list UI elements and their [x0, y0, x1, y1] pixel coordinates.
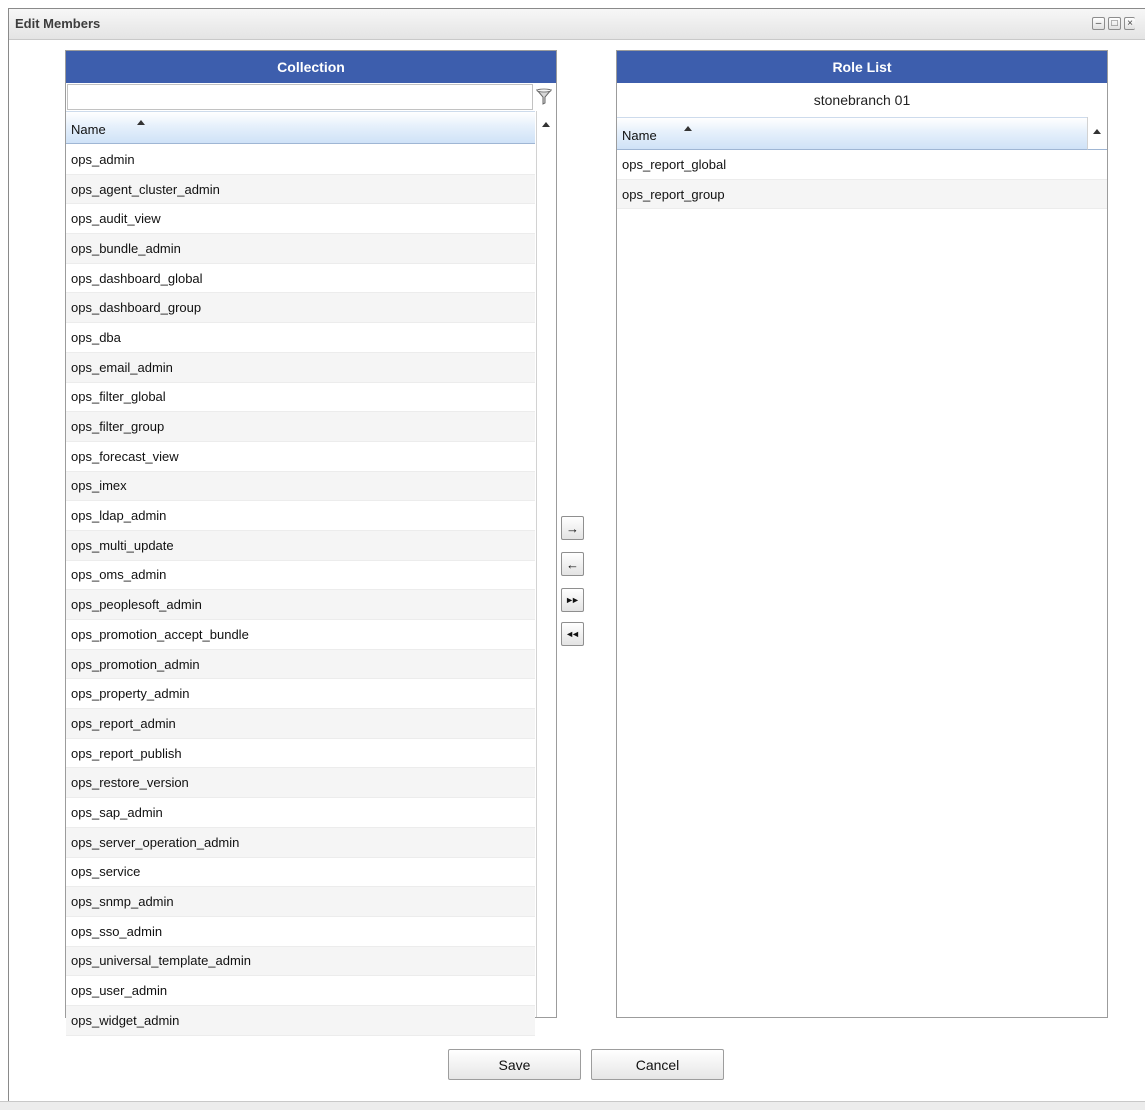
list-item[interactable]: ops_email_admin: [66, 352, 535, 383]
bottom-status-strip: [0, 1101, 1145, 1110]
collection-header: Collection: [66, 51, 556, 83]
role-list-subheader: stonebranch 01: [813, 92, 911, 108]
list-item[interactable]: ops_restore_version: [66, 768, 535, 799]
sort-ascending-icon: [684, 126, 692, 131]
arrow-left-icon: ←: [566, 556, 579, 572]
scroll-up-arrow-icon[interactable]: [542, 122, 550, 127]
arrow-right-icon: →: [566, 520, 579, 536]
list-item[interactable]: ops_report_group: [617, 179, 1107, 210]
list-item[interactable]: ops_admin: [66, 145, 535, 175]
list-item[interactable]: ops_snmp_admin: [66, 887, 535, 917]
list-item[interactable]: ops_agent_cluster_admin: [66, 174, 535, 205]
collection-list: ops_admin ops_agent_cluster_admin ops_audi…: [66, 145, 535, 1036]
double-arrow-right-icon: ►►: [565, 595, 580, 605]
collection-name-column-header[interactable]: Name: [66, 111, 535, 144]
list-item[interactable]: ops_user_admin: [66, 976, 535, 1006]
double-arrow-left-icon: ◄◄: [565, 629, 580, 639]
list-item[interactable]: ops_forecast_view: [66, 442, 535, 472]
title-bar[interactable]: Edit Members – □ ×: [9, 9, 1145, 40]
list-item[interactable]: ops_audit_view: [66, 204, 535, 235]
role-list-list: ops_report_global ops_report_group: [617, 150, 1107, 210]
list-item[interactable]: ops_sap_admin: [66, 798, 535, 828]
role-list-column-label: Name: [622, 128, 657, 143]
window-title: Edit Members: [15, 16, 101, 31]
list-item[interactable]: ops_report_publish: [66, 739, 535, 769]
list-item[interactable]: ops_multi_update: [66, 530, 535, 561]
list-item[interactable]: ops_promotion_admin: [66, 649, 535, 680]
list-item[interactable]: ops_imex: [66, 471, 535, 502]
save-button[interactable]: Save: [448, 1049, 581, 1080]
role-list-header: Role List: [617, 51, 1107, 83]
collection-scrollbar[interactable]: [536, 111, 556, 1017]
list-item[interactable]: ops_dba: [66, 323, 535, 353]
list-item[interactable]: ops_filter_global: [66, 383, 535, 413]
role-list-name-column-header[interactable]: Name: [617, 117, 1087, 150]
list-item[interactable]: ops_promotion_accept_bundle: [66, 620, 535, 650]
list-item[interactable]: ops_filter_group: [66, 412, 535, 442]
sort-ascending-icon: [137, 120, 145, 125]
list-item[interactable]: ops_ldap_admin: [66, 501, 535, 531]
close-button[interactable]: ×: [1124, 17, 1135, 30]
list-item[interactable]: ops_report_admin: [66, 709, 535, 739]
maximize-button[interactable]: □: [1108, 17, 1121, 30]
list-item[interactable]: ops_property_admin: [66, 679, 535, 710]
cancel-button[interactable]: Cancel: [591, 1049, 724, 1080]
minimize-button[interactable]: –: [1092, 17, 1105, 30]
list-item[interactable]: ops_bundle_admin: [66, 234, 535, 264]
role-list-panel: Role List stonebranch 01 Name ops_report…: [616, 50, 1108, 1018]
remove-all-button[interactable]: ◄◄: [561, 622, 584, 646]
list-item[interactable]: ops_service: [66, 858, 535, 888]
filter-funnel-icon[interactable]: [534, 87, 554, 107]
collection-column-label: Name: [71, 122, 106, 137]
list-item[interactable]: ops_report_global: [617, 150, 1107, 180]
remove-selected-button[interactable]: ←: [561, 552, 584, 576]
list-item[interactable]: ops_widget_admin: [66, 1005, 535, 1036]
role-list-scrollbar[interactable]: [1087, 117, 1107, 150]
list-item[interactable]: ops_dashboard_global: [66, 264, 535, 294]
scroll-up-arrow-icon[interactable]: [1093, 129, 1101, 134]
collection-filter-input[interactable]: [67, 84, 533, 110]
list-item[interactable]: ops_server_operation_admin: [66, 827, 535, 858]
list-item[interactable]: ops_peoplesoft_admin: [66, 590, 535, 620]
add-selected-button[interactable]: →: [561, 516, 584, 540]
list-item[interactable]: ops_oms_admin: [66, 561, 535, 591]
filter-row: [66, 83, 556, 111]
add-all-button[interactable]: ►►: [561, 588, 584, 612]
list-item[interactable]: ops_sso_admin: [66, 917, 535, 947]
collection-panel: Collection Name ops_admin ops_agent_clust…: [65, 50, 557, 1036]
list-item[interactable]: ops_universal_template_admin: [66, 946, 535, 977]
list-item[interactable]: ops_dashboard_group: [66, 293, 535, 324]
